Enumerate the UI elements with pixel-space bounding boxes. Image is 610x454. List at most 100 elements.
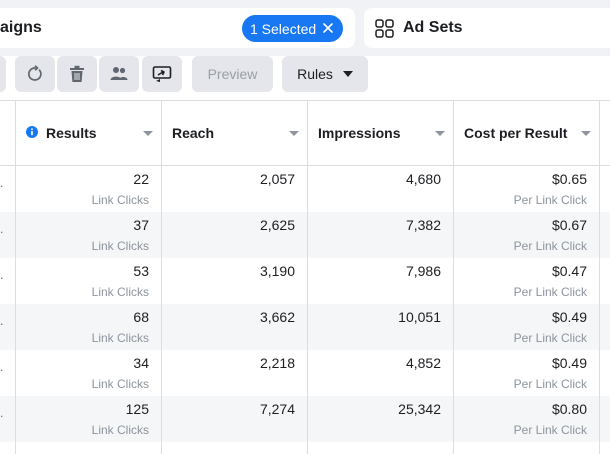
table-cell-cost: $0.80 Per Link Click — [454, 396, 587, 442]
table-header: Results Reach Impressions Cost per Resul… — [0, 101, 610, 166]
tab-bar: aigns 1 Selected Ad Sets — [0, 0, 610, 56]
cell-value: 2,625 — [259, 217, 295, 233]
table-row[interactable]: . 68 Link Clicks 3,662 10,051 $0.49 Per Link C… — [0, 304, 610, 350]
table-cell-impressions: 25,342 — [308, 396, 441, 442]
table-cell-results: 37 Link Clicks — [16, 212, 149, 258]
cell-value: 4,852 — [405, 355, 441, 371]
cell-value: $0.80 — [551, 401, 587, 417]
cell-value: 7,986 — [405, 263, 441, 279]
table-cell-results: 68 Link Clicks — [16, 304, 149, 350]
cell-value: $0.49 — [551, 309, 587, 325]
cell-sublabel: Per Link Click — [513, 285, 587, 299]
column-header-reach[interactable]: Reach — [162, 101, 307, 165]
cell-value: 25,342 — [398, 401, 441, 417]
table-cell-impressions: 4,680 — [308, 166, 441, 212]
table-cell-reach: 2,218 — [162, 350, 295, 396]
trash-icon — [70, 65, 84, 82]
column-label: Impressions — [318, 125, 401, 141]
column-header-cost-per-result[interactable]: Cost per Result — [454, 101, 599, 165]
column-divider — [599, 101, 600, 454]
refresh-icon — [28, 65, 42, 81]
table-cell-reach: 2,057 — [162, 166, 295, 212]
tab-ad-sets[interactable]: Ad Sets — [364, 8, 610, 48]
tab-campaigns-label: aigns — [0, 19, 42, 36]
table-row[interactable]: . 37 Link Clicks 2,625 7,382 $0.67 Per Link Cl… — [0, 212, 610, 258]
cell-value: $0.67 — [551, 217, 587, 233]
cell-value: $0.47 — [551, 263, 587, 279]
truncated-cell: . — [0, 360, 4, 374]
delete-button[interactable] — [57, 56, 97, 92]
cell-value: 2,218 — [259, 355, 295, 371]
cell-value: 10,051 — [398, 309, 441, 325]
table-cell-reach: 7,274 — [162, 396, 295, 442]
info-icon[interactable] — [26, 126, 38, 138]
truncated-cell: . — [0, 268, 4, 282]
truncated-cell: . — [0, 222, 4, 236]
cell-sublabel: Per Link Click — [513, 423, 587, 437]
column-label: Results — [46, 125, 97, 141]
column-header-impressions[interactable]: Impressions — [308, 101, 453, 165]
cell-value: 2,057 — [259, 171, 295, 187]
cell-sublabel: Link Clicks — [91, 423, 149, 437]
table-row[interactable]: . 125 Link Clicks 7,274 25,342 $0.80 Per Link … — [0, 396, 610, 442]
selected-count-chip[interactable]: 1 Selected — [242, 15, 343, 42]
column-label: Reach — [172, 125, 215, 141]
rules-dropdown[interactable]: Rules — [282, 56, 368, 92]
table-cell-impressions: 7,986 — [308, 258, 441, 304]
refresh-button[interactable] — [15, 56, 55, 92]
column-divider — [15, 101, 16, 454]
rules-label: Rules — [297, 66, 333, 82]
table-cell-cost: $0.49 Per Link Click — [454, 304, 587, 350]
tab-ad-sets-label: Ad Sets — [403, 19, 463, 36]
sort-caret-icon — [581, 131, 591, 136]
table-cell-results: 22 Link Clicks — [16, 166, 149, 212]
toolbar: Preview Rules — [0, 56, 610, 100]
data-table: Results Reach Impressions Cost per Resul… — [0, 100, 610, 454]
table-cell-reach: 2,625 — [162, 212, 295, 258]
tab-campaigns[interactable]: aigns 1 Selected — [0, 8, 355, 48]
table-row[interactable]: . 34 Link Clicks 2,218 4,852 $0.49 Per Link Cl… — [0, 350, 610, 396]
preview-button[interactable]: Preview — [192, 56, 273, 92]
cell-value: 7,274 — [259, 401, 295, 417]
column-divider — [453, 101, 454, 454]
cell-value: $0.65 — [551, 171, 587, 187]
truncated-cell: . — [0, 314, 4, 328]
table-cell-results: 125 Link Clicks — [16, 396, 149, 442]
cell-value: 34 — [133, 355, 149, 371]
export-button[interactable] — [142, 56, 182, 92]
table-cell-reach: 3,662 — [162, 304, 295, 350]
cell-value: 68 — [133, 309, 149, 325]
table-cell-impressions: 4,852 — [308, 350, 441, 396]
audience-button[interactable] — [99, 56, 139, 92]
cell-value: 7,382 — [405, 217, 441, 233]
cell-sublabel: Link Clicks — [91, 239, 149, 253]
cell-sublabel: Per Link Click — [513, 239, 587, 253]
sort-caret-icon — [435, 131, 445, 136]
table-cell-cost: $0.65 Per Link Click — [454, 166, 587, 212]
cell-sublabel: Per Link Click — [513, 377, 587, 391]
cell-value: 4,680 — [405, 171, 441, 187]
cell-sublabel: Link Clicks — [91, 193, 149, 207]
cell-sublabel: Per Link Click — [513, 331, 587, 345]
sort-caret-icon — [143, 131, 153, 136]
table-row[interactable]: . 53 Link Clicks 3,190 7,986 $0.47 Per Link Cl… — [0, 258, 610, 304]
selected-count-label: 1 Selected — [250, 20, 317, 37]
cell-sublabel: Link Clicks — [91, 377, 149, 391]
toolbar-button-partial[interactable] — [0, 56, 6, 92]
cell-value: 3,190 — [259, 263, 295, 279]
table-cell-cost: $0.67 Per Link Click — [454, 212, 587, 258]
cell-value: 3,662 — [259, 309, 295, 325]
column-divider — [161, 101, 162, 454]
table-cell-impressions: 7,382 — [308, 212, 441, 258]
preview-button-label: Preview — [207, 66, 258, 82]
column-header-results[interactable]: Results — [16, 101, 161, 165]
cell-sublabel: Per Link Click — [513, 193, 587, 207]
close-icon[interactable] — [321, 21, 335, 35]
cell-value: 37 — [133, 217, 149, 233]
export-icon — [152, 66, 172, 82]
cell-value: $0.49 — [551, 355, 587, 371]
people-icon — [110, 67, 128, 80]
table-cell-results: 34 Link Clicks — [16, 350, 149, 396]
caret-down-icon — [342, 71, 353, 77]
table-row[interactable]: . 22 Link Clicks 2,057 4,680 $0.65 Per Link Cl… — [0, 166, 610, 212]
